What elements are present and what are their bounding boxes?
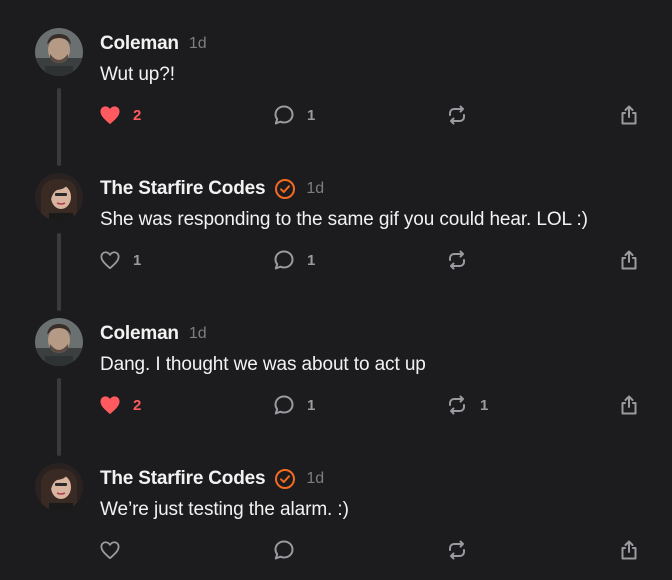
thread-post: The Starfire Codes 1d She was responding… — [0, 145, 672, 311]
post-header: The Starfire Codes 1d — [100, 467, 324, 491]
heart-filled-icon — [99, 105, 121, 125]
post-text: She was responding to the same gif you c… — [100, 209, 588, 230]
post-header: The Starfire Codes 1d — [100, 177, 324, 201]
timestamp[interactable]: 1d — [189, 35, 207, 53]
repost-button[interactable] — [446, 537, 480, 563]
share-button[interactable] — [619, 537, 639, 563]
repost-button[interactable]: 1 — [446, 392, 488, 418]
heart-filled-icon — [99, 395, 121, 415]
like-button[interactable] — [99, 537, 133, 563]
author-name[interactable]: The Starfire Codes — [100, 468, 266, 490]
share-icon — [619, 249, 639, 271]
verified-badge-icon — [274, 468, 296, 490]
heart-outline-icon — [99, 250, 121, 270]
reply-count: 1 — [307, 251, 316, 269]
reply-button[interactable]: 1 — [273, 102, 315, 128]
author-name[interactable]: Coleman — [100, 323, 179, 345]
share-button[interactable] — [619, 102, 639, 128]
repost-icon — [446, 249, 468, 271]
post-text: Wut up?! — [100, 64, 175, 85]
thread-post: Coleman 1d Dang. I thought we was about … — [0, 290, 672, 456]
repost-button[interactable] — [446, 247, 480, 273]
avatar[interactable] — [35, 318, 83, 366]
like-count: 2 — [133, 396, 142, 414]
reply-count: 1 — [307, 396, 316, 414]
avatar[interactable] — [35, 173, 83, 221]
comment-icon — [273, 539, 295, 561]
avatar[interactable] — [35, 463, 83, 511]
action-bar: 2 1 — [0, 102, 672, 128]
like-count: 2 — [133, 106, 142, 124]
post-header: Coleman 1d — [100, 322, 207, 346]
thread-post: The Starfire Codes 1d We’re just testing… — [0, 435, 672, 580]
reply-count: 1 — [307, 106, 316, 124]
post-text: We’re just testing the alarm. :) — [100, 499, 349, 520]
author-name[interactable]: The Starfire Codes — [100, 178, 266, 200]
reply-button[interactable]: 1 — [273, 392, 315, 418]
author-name[interactable]: Coleman — [100, 33, 179, 55]
post-header: Coleman 1d — [100, 32, 207, 56]
heart-outline-icon — [99, 540, 121, 560]
comment-icon — [273, 249, 295, 271]
timestamp[interactable]: 1d — [306, 470, 324, 488]
comment-icon — [273, 104, 295, 126]
like-button[interactable]: 2 — [99, 392, 141, 418]
repost-icon — [446, 394, 468, 416]
action-bar: 1 1 — [0, 247, 672, 273]
like-button[interactable]: 1 — [99, 247, 141, 273]
timestamp[interactable]: 1d — [306, 180, 324, 198]
action-bar — [0, 537, 672, 563]
like-count: 1 — [133, 251, 142, 269]
share-icon — [619, 539, 639, 561]
thread-post: Coleman 1d Wut up?! 2 1 — [0, 0, 672, 166]
share-button[interactable] — [619, 392, 639, 418]
repost-button[interactable] — [446, 102, 480, 128]
share-icon — [619, 104, 639, 126]
share-button[interactable] — [619, 247, 639, 273]
verified-badge-icon — [274, 178, 296, 200]
comment-icon — [273, 394, 295, 416]
like-button[interactable]: 2 — [99, 102, 141, 128]
avatar[interactable] — [35, 28, 83, 76]
repost-icon — [446, 104, 468, 126]
share-icon — [619, 394, 639, 416]
comment-thread: Coleman 1d Wut up?! 2 1 The Starfire Cod… — [0, 0, 672, 578]
action-bar: 2 1 1 — [0, 392, 672, 418]
repost-icon — [446, 539, 468, 561]
timestamp[interactable]: 1d — [189, 325, 207, 343]
reply-button[interactable]: 1 — [273, 247, 315, 273]
post-text: Dang. I thought we was about to act up — [100, 354, 426, 375]
repost-count: 1 — [480, 396, 489, 414]
reply-button[interactable] — [273, 537, 307, 563]
